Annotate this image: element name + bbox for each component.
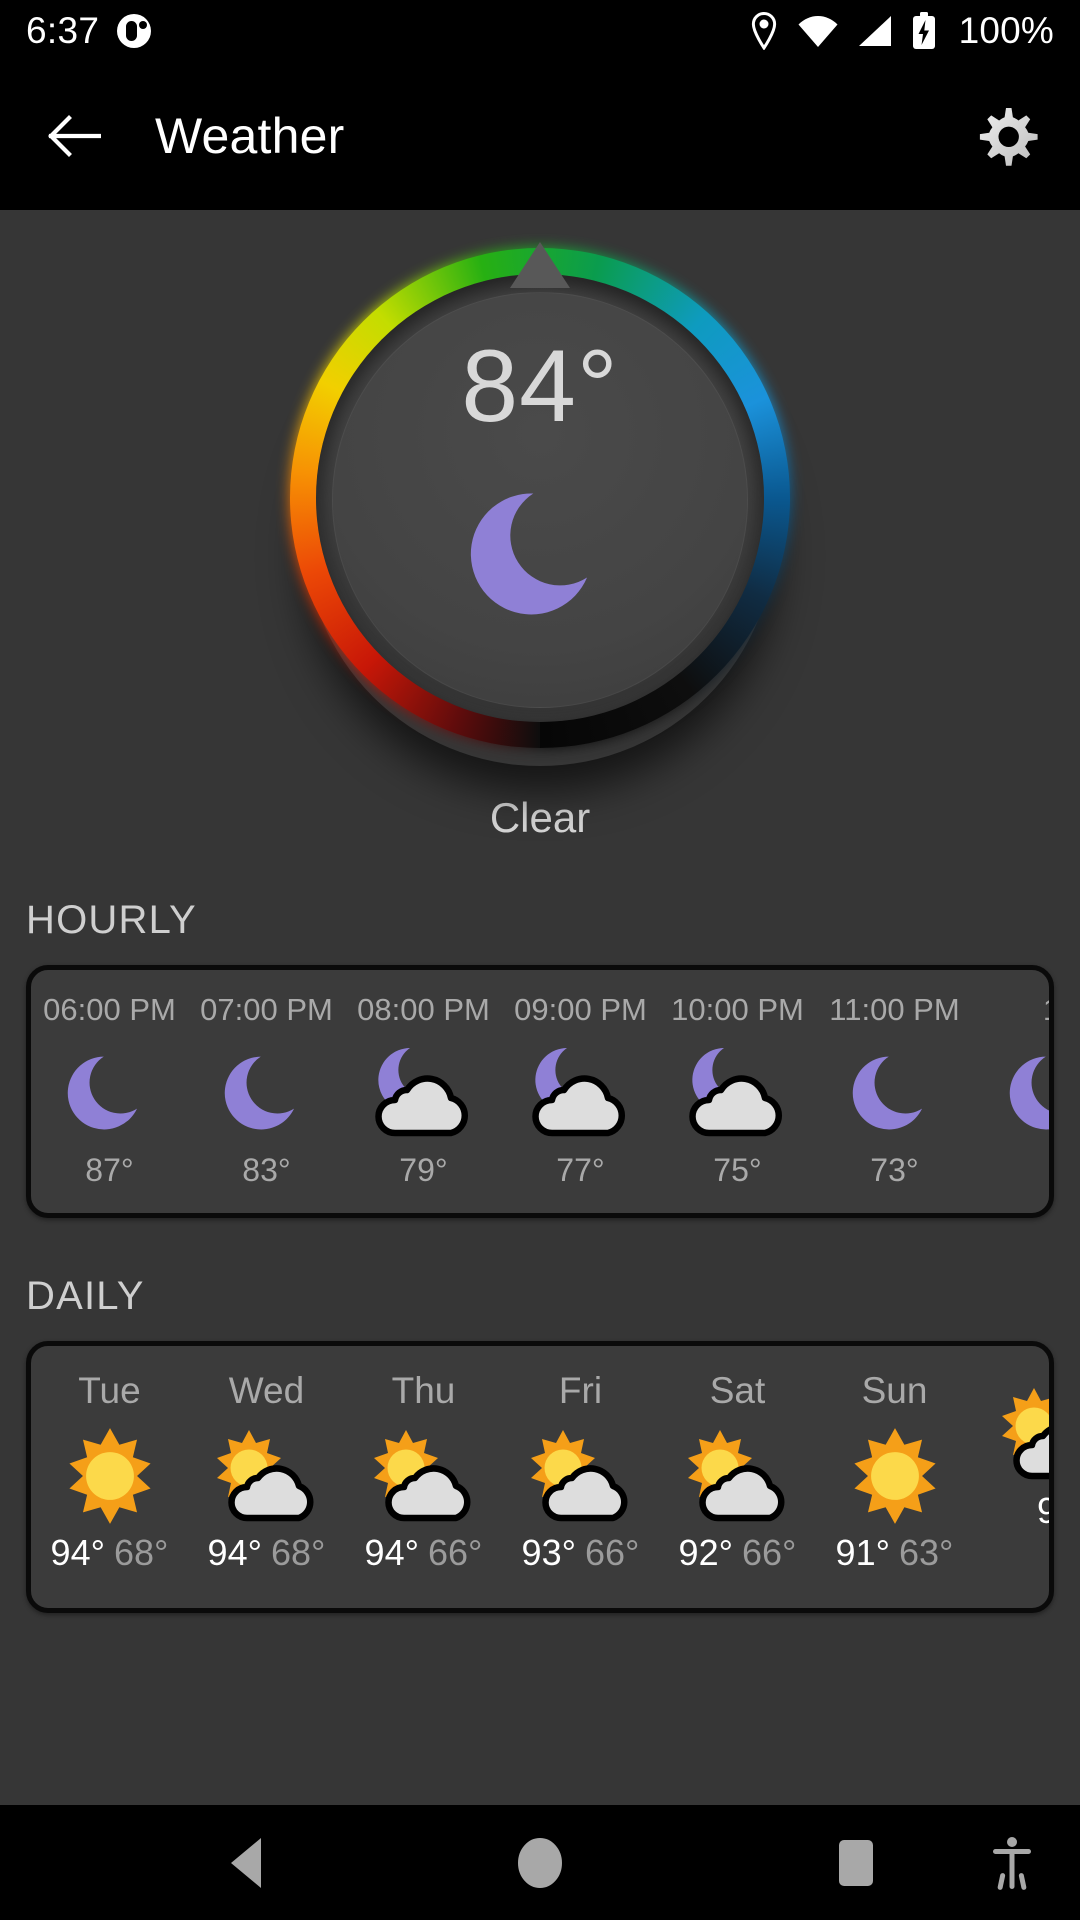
sun-cloud-icon bbox=[678, 1420, 798, 1532]
day-temperatures: 9 bbox=[1037, 1490, 1049, 1532]
app-bar: Weather bbox=[0, 62, 1080, 210]
list-item[interactable]: 08:00 PM 79° bbox=[345, 992, 502, 1189]
cell-signal-icon bbox=[857, 15, 893, 48]
dial-pointer-icon bbox=[510, 242, 570, 288]
day-high: 92° bbox=[678, 1532, 733, 1573]
sun-icon bbox=[58, 1420, 162, 1532]
android-navigation-bar bbox=[0, 1805, 1080, 1920]
hour-temperature: 87° bbox=[85, 1152, 134, 1188]
moon-cloud-icon bbox=[523, 1034, 639, 1150]
day-name: Tue bbox=[78, 1370, 141, 1411]
daily-section-label: DAILY bbox=[26, 1274, 145, 1318]
list-item[interactable]: 06:00 PM 87° bbox=[31, 992, 188, 1189]
settings-gear-icon[interactable] bbox=[968, 98, 1044, 174]
table-row[interactable]: Tue 94° 68° bbox=[31, 1370, 188, 1574]
day-temperatures: 94° 68° bbox=[208, 1532, 326, 1574]
accessibility-icon[interactable] bbox=[990, 1835, 1034, 1891]
moon-icon bbox=[1000, 1034, 1049, 1150]
status-bar-clock: 6:37 bbox=[26, 10, 100, 51]
day-high: 94° bbox=[364, 1532, 419, 1573]
phone-screen: 6:37 100% Weather 84° Clear HOURLY 06:00… bbox=[0, 0, 1080, 1920]
day-temperatures: 91° 63° bbox=[836, 1532, 954, 1574]
hour-time: 11:00 PM bbox=[829, 992, 960, 1027]
day-name: Thu bbox=[391, 1370, 456, 1411]
nav-back-icon[interactable] bbox=[225, 1836, 273, 1890]
current-temperature: 84° bbox=[461, 329, 619, 443]
sun-cloud-icon bbox=[364, 1420, 484, 1532]
day-name: Fri bbox=[558, 1370, 603, 1411]
day-name: Sat bbox=[709, 1370, 766, 1411]
moon-cloud-icon bbox=[680, 1034, 796, 1150]
table-row[interactable]: Sat 92° 66° bbox=[659, 1370, 816, 1574]
sun-cloud-icon bbox=[521, 1420, 641, 1532]
status-bar: 6:37 100% bbox=[0, 0, 1080, 62]
hourly-list[interactable]: 06:00 PM 87° 07:00 PM 83° 08:00 PM 79° 0… bbox=[31, 970, 1049, 1213]
day-name: Wed bbox=[228, 1370, 305, 1411]
sun-cloud-icon bbox=[207, 1420, 327, 1532]
hour-temperature: 77° bbox=[556, 1152, 605, 1188]
table-row[interactable]: Thu 94° 66° bbox=[345, 1370, 502, 1574]
status-bar-icons: 100% bbox=[749, 10, 1054, 52]
list-item[interactable]: 09:00 PM 77° bbox=[502, 992, 659, 1189]
day-high: 93° bbox=[521, 1532, 576, 1573]
day-low: 63° bbox=[899, 1532, 954, 1573]
hour-time: 09:00 PM bbox=[514, 992, 647, 1027]
table-row[interactable]: Wed 94° 68° bbox=[188, 1370, 345, 1574]
day-name: Sun bbox=[861, 1370, 928, 1411]
battery-percent-label: 100% bbox=[958, 10, 1054, 51]
hour-temperature: 75° bbox=[713, 1152, 762, 1188]
sun-icon bbox=[843, 1420, 947, 1532]
weather-content: 84° Clear HOURLY 06:00 PM 87° 07:00 PM 8… bbox=[0, 210, 1080, 1805]
nav-home-icon[interactable] bbox=[513, 1833, 567, 1893]
app-notification-icon bbox=[117, 14, 152, 48]
hour-time: 07:00 PM bbox=[200, 992, 333, 1027]
list-item[interactable]: 10:00 PM 75° bbox=[659, 992, 816, 1189]
daily-card[interactable]: Tue 94° 68° Wed 94° 68° Thu 94° 66° Fri … bbox=[26, 1341, 1054, 1613]
day-high: 91° bbox=[835, 1532, 890, 1573]
day-temperatures: 94° 68° bbox=[51, 1532, 169, 1574]
table-row[interactable]: Fri 93° 66° bbox=[502, 1370, 659, 1574]
wifi-icon bbox=[797, 15, 839, 48]
nav-recents-icon[interactable] bbox=[835, 1837, 877, 1889]
current-condition: Clear bbox=[489, 794, 591, 841]
moon-icon bbox=[58, 1034, 162, 1150]
day-low: 68° bbox=[114, 1532, 169, 1573]
daily-list[interactable]: Tue 94° 68° Wed 94° 68° Thu 94° 66° Fri … bbox=[31, 1346, 1049, 1608]
back-arrow-icon[interactable] bbox=[36, 98, 112, 174]
hour-temperature: 73° bbox=[870, 1152, 919, 1188]
moon-icon bbox=[456, 470, 624, 643]
hour-time: 06:00 PM bbox=[43, 992, 176, 1027]
list-item[interactable]: 11:00 PM 73° bbox=[816, 992, 973, 1189]
day-temperatures: 92° 66° bbox=[679, 1532, 797, 1574]
location-icon bbox=[749, 12, 779, 50]
sun-cloud-icon bbox=[992, 1378, 1049, 1490]
day-high: 9 bbox=[1037, 1490, 1049, 1532]
moon-icon bbox=[215, 1034, 319, 1150]
day-high: 94° bbox=[207, 1532, 262, 1573]
list-item[interactable]: 1 bbox=[973, 992, 1049, 1152]
moon-cloud-icon bbox=[366, 1034, 482, 1150]
day-low: 66° bbox=[742, 1532, 797, 1573]
day-temperatures: 93° 66° bbox=[522, 1532, 640, 1574]
day-low: 66° bbox=[585, 1532, 640, 1573]
table-row[interactable]: 9 bbox=[973, 1370, 1049, 1532]
current-weather-dial[interactable]: 84° bbox=[0, 238, 1080, 798]
day-low: 66° bbox=[428, 1532, 483, 1573]
hour-temperature: 83° bbox=[242, 1152, 291, 1188]
hour-time: 10:00 PM bbox=[671, 992, 804, 1027]
battery-charging-icon bbox=[911, 11, 937, 51]
moon-icon bbox=[843, 1034, 947, 1150]
hourly-card[interactable]: 06:00 PM 87° 07:00 PM 83° 08:00 PM 79° 0… bbox=[26, 965, 1054, 1218]
day-temperatures: 94° 66° bbox=[365, 1532, 483, 1574]
hour-time: 08:00 PM bbox=[357, 992, 490, 1027]
hour-time: 1 bbox=[1043, 992, 1049, 1028]
table-row[interactable]: Sun 91° 63° bbox=[816, 1370, 973, 1574]
hour-temperature: 79° bbox=[399, 1152, 448, 1188]
day-high: 94° bbox=[50, 1532, 105, 1573]
list-item[interactable]: 07:00 PM 83° bbox=[188, 992, 345, 1189]
day-low: 68° bbox=[271, 1532, 326, 1573]
page-title: Weather bbox=[155, 108, 345, 164]
hourly-section-label: HOURLY bbox=[26, 898, 197, 942]
